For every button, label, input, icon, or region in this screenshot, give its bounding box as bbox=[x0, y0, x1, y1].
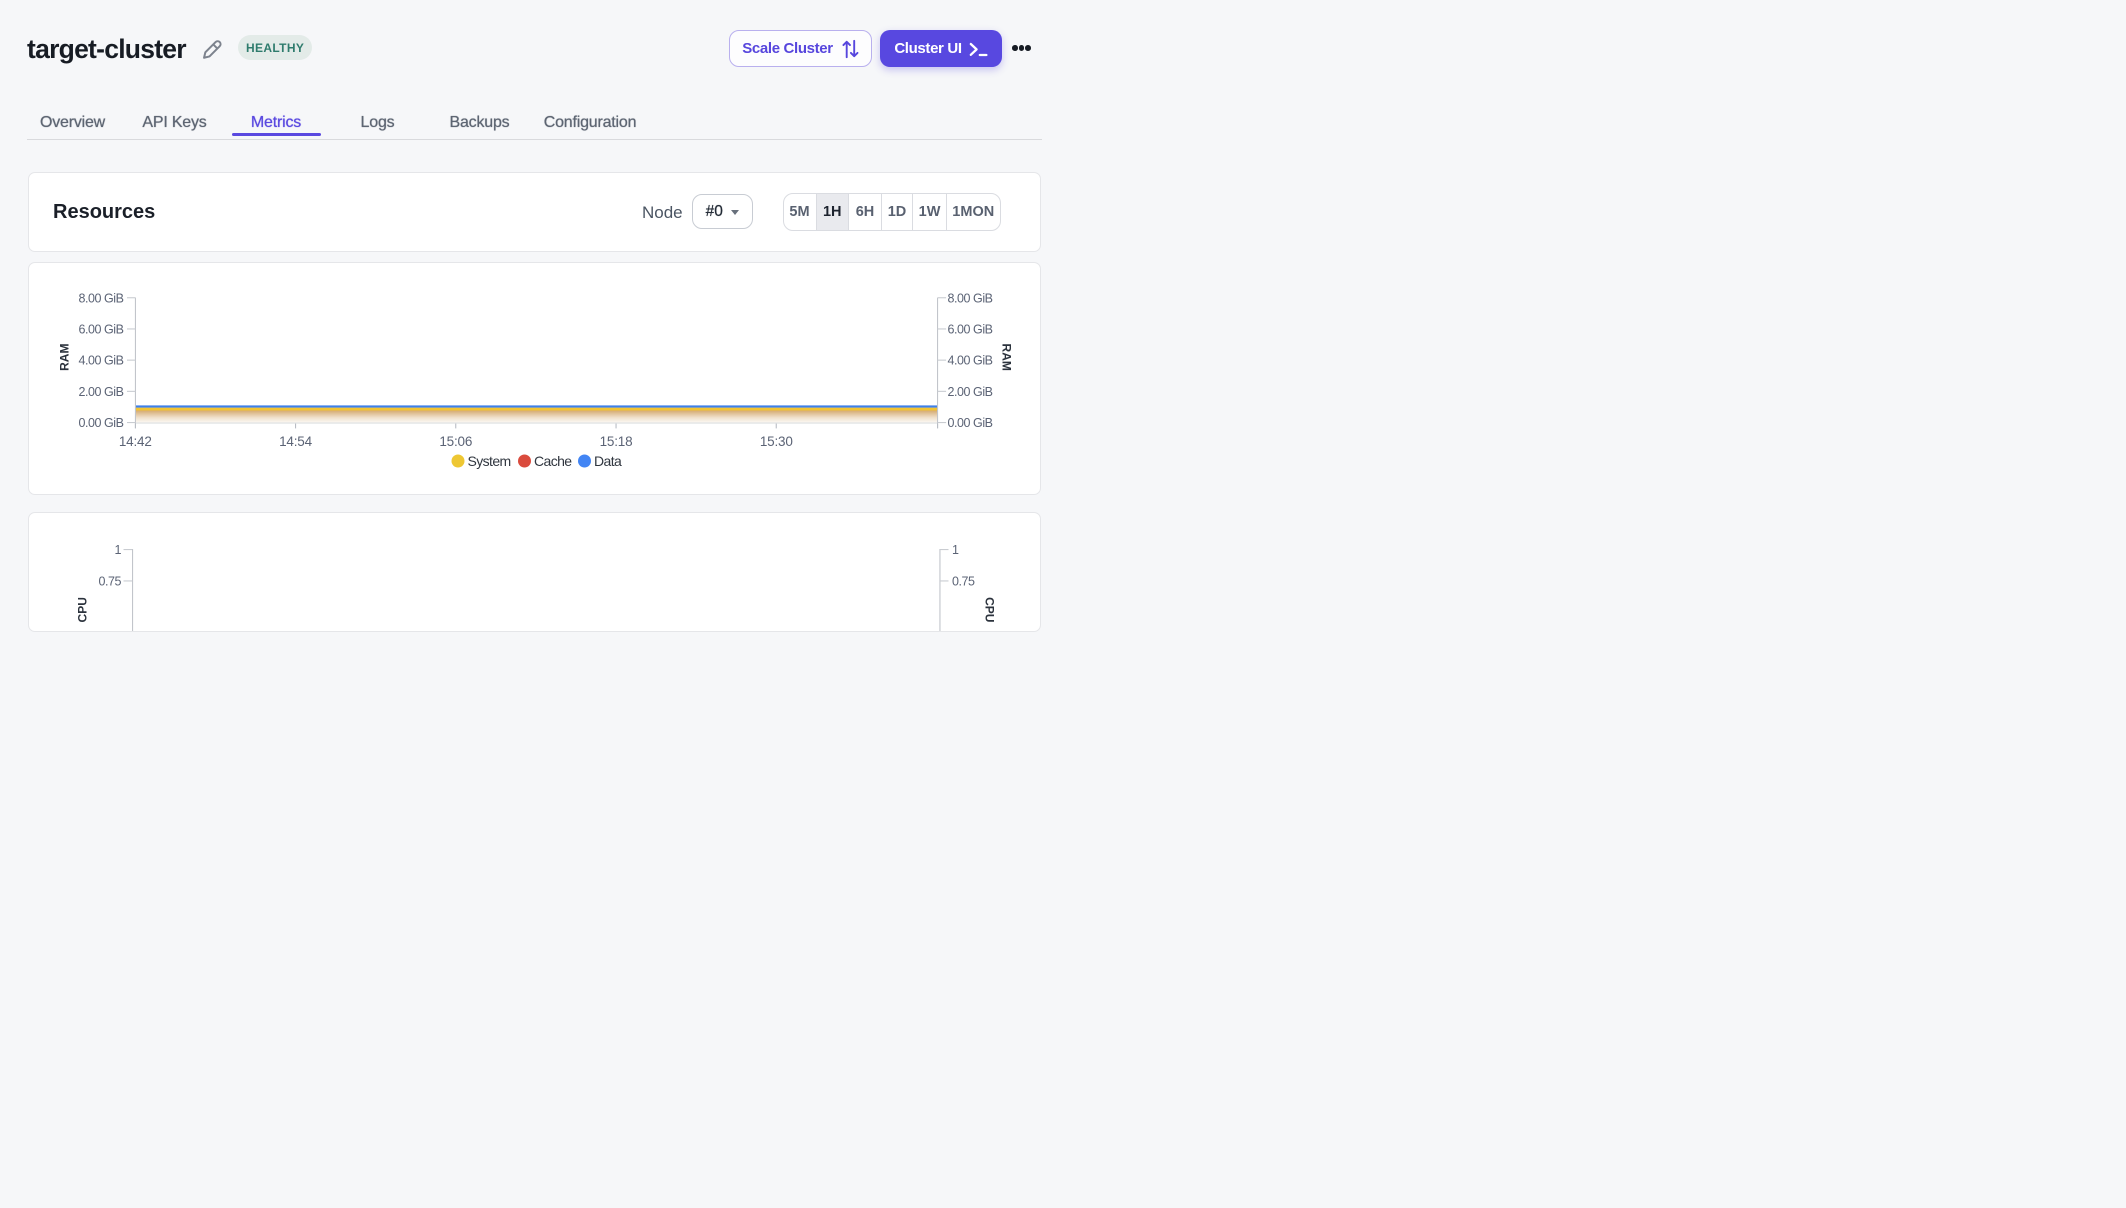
svg-text:8.00 GiB: 8.00 GiB bbox=[947, 291, 992, 305]
svg-text:15:06: 15:06 bbox=[439, 434, 472, 449]
svg-text:6.00 GiB: 6.00 GiB bbox=[947, 322, 992, 336]
svg-text:System: System bbox=[467, 452, 510, 468]
svg-text:0.00 GiB: 0.00 GiB bbox=[947, 416, 992, 430]
svg-text:4.00 GiB: 4.00 GiB bbox=[78, 353, 123, 367]
svg-text:2.00 GiB: 2.00 GiB bbox=[947, 384, 992, 398]
svg-text:Data: Data bbox=[594, 452, 622, 468]
svg-text:8.00 GiB: 8.00 GiB bbox=[78, 291, 123, 305]
svg-text:14:42: 14:42 bbox=[118, 434, 151, 449]
svg-text:RAM: RAM bbox=[999, 343, 1013, 370]
svg-text:15:18: 15:18 bbox=[599, 434, 632, 449]
svg-text:0.00 GiB: 0.00 GiB bbox=[78, 416, 123, 430]
svg-text:Cache: Cache bbox=[534, 452, 572, 468]
svg-text:RAM: RAM bbox=[57, 343, 71, 370]
svg-text:2.00 GiB: 2.00 GiB bbox=[78, 384, 123, 398]
svg-text:1: 1 bbox=[114, 543, 121, 557]
svg-text:6.00 GiB: 6.00 GiB bbox=[78, 322, 123, 336]
svg-text:14:54: 14:54 bbox=[279, 434, 312, 449]
svg-text:0.75: 0.75 bbox=[98, 574, 121, 588]
svg-text:CPU: CPU bbox=[75, 597, 89, 622]
svg-text:15:30: 15:30 bbox=[759, 434, 792, 449]
svg-text:0.75: 0.75 bbox=[952, 574, 975, 588]
svg-text:4.00 GiB: 4.00 GiB bbox=[947, 353, 992, 367]
svg-text:CPU: CPU bbox=[982, 597, 996, 622]
svg-text:1: 1 bbox=[952, 543, 959, 557]
